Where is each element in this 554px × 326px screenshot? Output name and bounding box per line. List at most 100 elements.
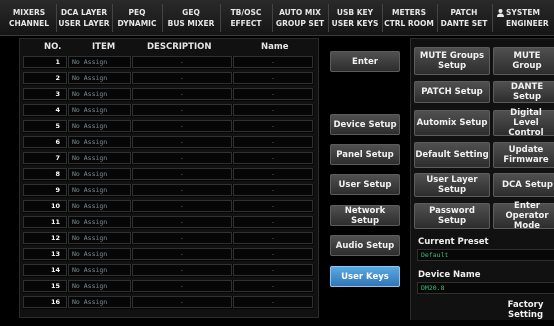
row-description: - [132,136,232,148]
table-row[interactable]: 14 No Assign - - [23,264,314,277]
user-setup-button[interactable]: User Setup [330,174,400,195]
tab-label-top: MIXERS [12,8,46,17]
column-header-description: DESCRIPTION [147,42,212,52]
tab-label-bottom: ENGINEER [506,19,549,28]
password-setup-button[interactable]: Password Setup [414,203,490,229]
enter-button[interactable]: Enter [330,51,400,72]
row-description: - [132,296,232,308]
user-keys-button[interactable]: User Keys [330,266,400,287]
tab-label-top: DCA LAYER [60,8,108,17]
tab-mixers-channel[interactable]: MIXERS CHANNEL [4,0,54,36]
digital-level-control-button[interactable]: Digital Level Control [493,108,554,138]
row-item: No Assign [68,56,131,68]
automix-setup-button[interactable]: Automix Setup [414,110,490,136]
row-number: 5 [23,120,67,132]
row-number: 4 [23,104,67,116]
table-row[interactable]: 5 No Assign - - [23,120,314,133]
row-item: No Assign [68,280,131,292]
user-icon [497,8,504,17]
table-row[interactable]: 13 No Assign - - [23,248,314,261]
row-number: 14 [23,264,67,276]
tab-tb-osc[interactable]: TB/OSC EFFECT [222,0,270,36]
row-number: 12 [23,232,67,244]
row-number: 6 [23,136,67,148]
tab-system-label: SYSTEM [506,8,540,17]
tab-meters[interactable]: METERS CTRL ROOM [382,0,436,36]
tab-label-bottom: CTRL ROOM [384,19,434,28]
table-row[interactable]: 3 No Assign - - [23,88,314,101]
tab-label-top: PEQ [128,8,146,17]
user-keys-table: NO. ITEM DESCRIPTION Name 1 No Assign - -2 N… [19,38,319,318]
tab-auto-mix[interactable]: AUTO MIX GROUP SET [273,0,327,36]
row-name: - [233,280,313,292]
panel-setup-button[interactable]: Panel Setup [330,144,400,165]
row-description: - [132,248,232,260]
tab-dca-layer[interactable]: DCA LAYER USER LAYER [58,0,110,36]
tab-label-top: USB KEY [336,8,374,17]
row-number: 2 [23,72,67,84]
table-row[interactable]: 1 No Assign - - [23,56,314,69]
row-number: 16 [23,296,67,308]
row-name: - [233,120,313,132]
tab-label-top: METERS [391,8,426,17]
row-item: No Assign [68,120,131,132]
tab-label-bottom: DYNAMIC [117,19,157,28]
tab-system[interactable]: SYSTEM ENGINEER [493,0,554,36]
patch-setup-button[interactable]: PATCH Setup [414,81,490,103]
dca-setup-button[interactable]: DCA Setup [493,173,554,197]
row-description: - [132,72,232,84]
current-preset-value: Default [417,249,554,261]
factory-setting-button[interactable]: Factory Setting [488,300,554,320]
row-number: 9 [23,184,67,196]
update-firmware-button[interactable]: Update Firmware [493,142,554,168]
table-row[interactable]: 4 No Assign - - [23,104,314,117]
tab-patch[interactable]: PATCH DANTE SET [437,0,491,36]
row-number: 10 [23,200,67,212]
tab-label-top: GEQ [182,8,200,17]
row-number: 15 [23,280,67,292]
table-row[interactable]: 12 No Assign - - [23,232,314,245]
tab-divider [56,4,57,32]
enter-operator-mode-button[interactable]: Enter Operator Mode [493,201,554,231]
row-description: - [132,104,232,116]
table-row[interactable]: 10 No Assign - - [23,200,314,213]
tab-peq[interactable]: PEQ DYNAMIC [114,0,160,36]
table-row[interactable]: 15 No Assign - - [23,280,314,293]
row-name: - [233,216,313,228]
table-row[interactable]: 11 No Assign - - [23,216,314,229]
table-row[interactable]: 2 No Assign - - [23,72,314,85]
current-preset-label: Current Preset [418,237,489,247]
device-name-value: DM20.8 [417,282,554,294]
device-setup-button[interactable]: Device Setup [330,114,400,135]
tab-label-bottom: USER LAYER [58,19,110,28]
user-layer-setup-button[interactable]: User Layer Setup [414,173,490,197]
mute-groups-setup-button[interactable]: MUTE Groups Setup [414,47,490,75]
network-setup-button[interactable]: Network Setup [330,205,400,226]
row-description: - [132,264,232,276]
row-name: - [233,152,313,164]
tab-label-top: AUTO MIX [279,8,321,17]
audio-setup-button[interactable]: Audio Setup [330,235,400,256]
row-description: - [132,232,232,244]
tab-geq[interactable]: GEQ BUS MIXER [164,0,218,36]
row-number: 11 [23,216,67,228]
table-row[interactable]: 6 No Assign - - [23,136,314,149]
row-name: - [233,72,313,84]
default-setting-button[interactable]: Default Setting [414,142,490,168]
row-name: - [233,136,313,148]
tab-usb-key[interactable]: USB KEY USER KEYS [329,0,381,36]
dante-setup-button[interactable]: DANTE Setup [493,81,554,103]
row-number: 1 [23,56,67,68]
tab-label-top: SYSTEM [497,7,540,18]
row-description: - [132,56,232,68]
row-name: - [233,232,313,244]
row-name: - [233,264,313,276]
table-row[interactable]: 9 No Assign - - [23,184,314,197]
row-description: - [132,120,232,132]
tab-label-bottom: USER KEYS [331,19,379,28]
mute-group-button[interactable]: MUTE Group [493,47,554,75]
row-item: No Assign [68,264,131,276]
table-row[interactable]: 16 No Assign - - [23,296,314,309]
table-row[interactable]: 8 No Assign - - [23,168,314,181]
table-row[interactable]: 7 No Assign - - [23,152,314,165]
